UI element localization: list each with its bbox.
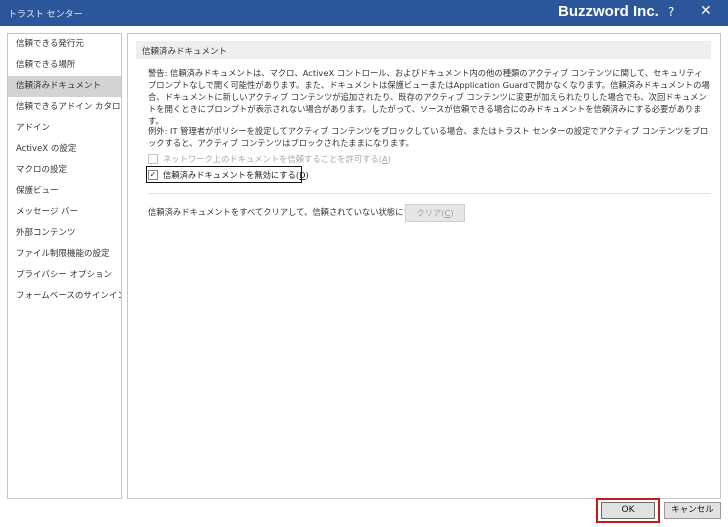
sidebar-item-macro-settings[interactable]: マクロの設定 (8, 160, 121, 181)
sidebar-item-trusted-documents[interactable]: 信頼済みドキュメント (8, 76, 121, 97)
sidebar-item-activex-settings[interactable]: ActiveX の設定 (8, 139, 121, 160)
network-trust-access-key: A (381, 154, 388, 164)
sidebar-item-file-block-settings[interactable]: ファイル制限機能の設定 (8, 244, 121, 265)
sidebar: 信頼できる発行元 信頼できる場所 信頼済みドキュメント 信頼できるアドイン カタ… (7, 33, 122, 499)
network-trust-label: ネットワーク上のドキュメントを信頼することを許可する (163, 154, 379, 164)
warning-text: 警告: 信頼済みドキュメントは、マクロ、ActiveX コントロール、およびドキ… (148, 68, 710, 126)
sidebar-item-trusted-publishers[interactable]: 信頼できる発行元 (8, 34, 121, 55)
window-title: トラスト センター (8, 10, 83, 20)
sidebar-item-trusted-addin-catalogs[interactable]: 信頼できるアドイン カタログ (8, 97, 121, 118)
network-trust-option: ネットワーク上のドキュメントを信頼することを許可する(A) (148, 153, 391, 167)
clear-button-label: クリア (416, 208, 442, 218)
disable-trusted-docs-label: 信頼済みドキュメントを無効にする (163, 170, 296, 180)
brand-label: Buzzword Inc. (558, 3, 659, 20)
clear-description: 信頼済みドキュメントをすべてクリアして、信頼されていない状態にする (148, 207, 421, 217)
disable-trusted-docs-checkbox[interactable]: ✓ (148, 169, 158, 180)
sidebar-item-message-bar[interactable]: メッセージ バー (8, 202, 121, 223)
sidebar-item-trusted-locations[interactable]: 信頼できる場所 (8, 55, 121, 76)
clear-button-access-key: C (444, 208, 451, 218)
disable-trusted-docs-access-key: D (299, 170, 306, 180)
sidebar-item-protected-view[interactable]: 保護ビュー (8, 181, 121, 202)
divider (148, 193, 711, 194)
cancel-button[interactable]: キャンセル (664, 502, 721, 519)
section-header: 信頼済みドキュメント (136, 41, 711, 59)
ok-button[interactable]: OK (601, 502, 655, 519)
network-trust-checkbox[interactable] (148, 153, 158, 164)
sidebar-item-privacy-options[interactable]: プライバシー オプション (8, 265, 121, 286)
title-bar: トラスト センター Buzzword Inc. ? ✕ (0, 0, 728, 26)
exception-text: 例外: IT 管理者がポリシーを設定してアクティブ コンテンツをブロックしている… (148, 126, 709, 148)
sidebar-item-addins[interactable]: アドイン (8, 118, 121, 139)
help-button[interactable]: ? (668, 5, 674, 19)
sidebar-item-form-based-signin[interactable]: フォームベースのサインイン (8, 286, 121, 307)
disable-trusted-docs-option[interactable]: ✓ 信頼済みドキュメントを無効にする(D) (148, 169, 309, 183)
main-panel: 信頼済みドキュメント 警告: 信頼済みドキュメントは、マクロ、ActiveX コ… (127, 33, 721, 499)
close-icon[interactable]: ✕ (700, 3, 712, 19)
clear-button[interactable]: クリア(C) (405, 204, 465, 222)
sidebar-item-external-content[interactable]: 外部コンテンツ (8, 223, 121, 244)
section-title: 信頼済みドキュメント (142, 47, 228, 57)
